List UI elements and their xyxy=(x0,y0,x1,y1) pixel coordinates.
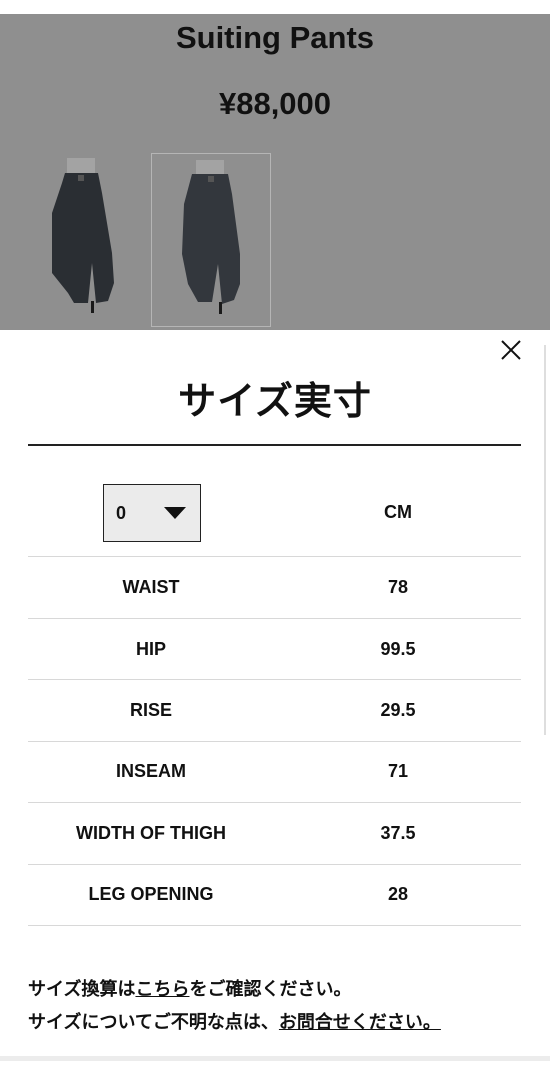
row-divider xyxy=(28,741,521,742)
note1-suffix: をご確認ください。 xyxy=(189,979,352,1000)
row-label-waist: WAIST xyxy=(122,577,180,597)
row-value-rise: 29.5 xyxy=(380,700,416,720)
row-divider xyxy=(28,802,521,803)
row-label-inseam: INSEAM xyxy=(115,761,186,781)
row-divider xyxy=(28,864,521,865)
size-select[interactable]: 0 xyxy=(103,484,201,542)
pants-image-side xyxy=(182,160,240,314)
row-value-leg-opening: 28 xyxy=(387,884,409,904)
row-value-waist: 78 xyxy=(387,577,409,597)
row-label-rise: RISE xyxy=(129,700,172,720)
pants-image-front xyxy=(52,158,114,313)
row-value-inseam: 71 xyxy=(387,761,409,781)
unit-label: CM xyxy=(384,502,412,522)
title-divider xyxy=(28,444,521,446)
size-conversion-note: サイズ換算はこちらをご確認ください。 xyxy=(28,975,351,1001)
modal-title: サイズ実寸 xyxy=(178,379,372,423)
note1-prefix: サイズ換算は xyxy=(28,979,136,1000)
product-price: ¥88,000 xyxy=(218,86,332,121)
row-divider xyxy=(28,925,521,926)
bottom-bar xyxy=(0,1056,550,1061)
row-label-leg-opening: LEG OPENING xyxy=(88,884,214,904)
contact-link[interactable]: お問合せください。 xyxy=(279,1012,441,1033)
note2-prefix: サイズについてご不明な点は、 xyxy=(28,1012,279,1033)
product-thumbnail-front[interactable] xyxy=(32,153,152,327)
contact-note: サイズについてご不明な点は、お問合せください。 xyxy=(28,1008,441,1034)
row-value-hip: 99.5 xyxy=(380,639,416,659)
row-divider xyxy=(28,556,521,557)
close-button[interactable] xyxy=(498,337,524,363)
row-label-width-of-thigh: WIDTH OF THIGH xyxy=(76,823,226,843)
chevron-down-icon xyxy=(164,507,186,519)
product-thumbnail-side[interactable] xyxy=(151,153,271,327)
row-label-hip: HIP xyxy=(135,639,166,659)
row-divider xyxy=(28,679,521,680)
row-divider xyxy=(28,618,521,619)
row-value-width-of-thigh: 37.5 xyxy=(380,823,416,843)
size-select-value: 0 xyxy=(116,503,127,523)
size-conversion-link[interactable]: こちら xyxy=(135,979,189,1000)
product-title: Suiting Pants xyxy=(175,20,375,55)
close-icon xyxy=(501,340,521,360)
